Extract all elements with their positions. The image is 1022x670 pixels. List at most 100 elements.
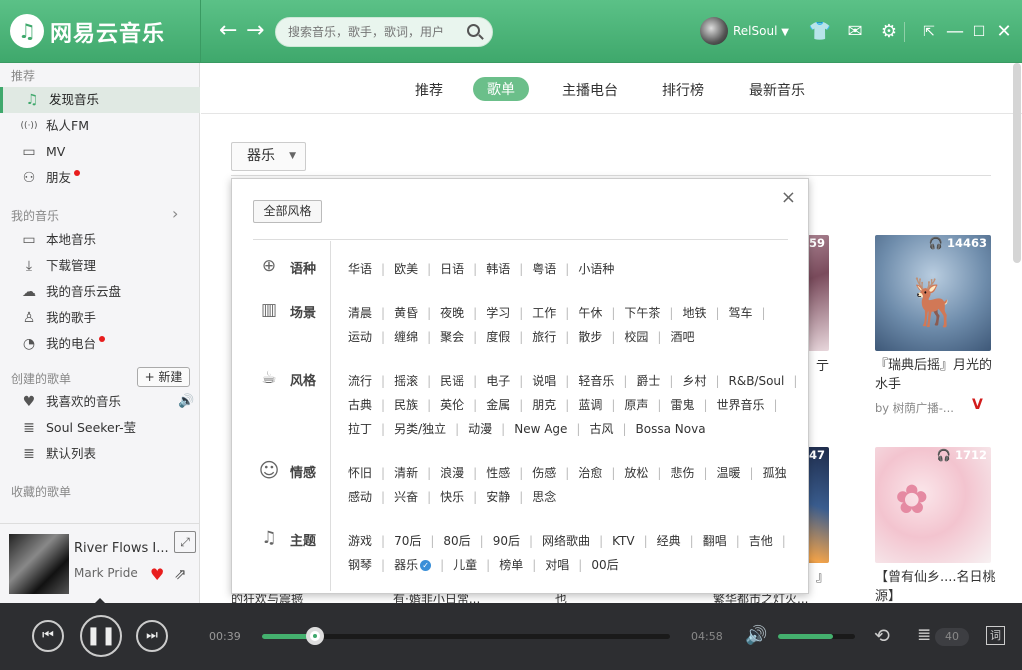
tag[interactable]: 孤独 xyxy=(763,466,787,480)
tag[interactable]: 悲伤 xyxy=(670,466,694,480)
tag[interactable]: 感动 xyxy=(348,490,372,504)
playlist-cover[interactable]: 🎧 14463 🦌 xyxy=(875,235,991,351)
tag[interactable]: 旅行 xyxy=(532,330,556,344)
sidebar-item-liked[interactable]: ♥ 我喜欢的音乐 🔊 xyxy=(0,389,200,415)
sidebar-item-fm[interactable]: ((·)) 私人FM xyxy=(0,113,200,139)
tag[interactable]: Bossa Nova xyxy=(636,422,706,436)
tag[interactable]: 黄昏 xyxy=(394,306,418,320)
tag[interactable]: 80后 xyxy=(443,534,470,548)
tab-radio[interactable]: 主播电台 xyxy=(562,80,618,100)
tag[interactable]: 度假 xyxy=(486,330,510,344)
new-playlist-button[interactable]: + 新建 xyxy=(137,367,190,387)
tag[interactable]: 散步 xyxy=(578,330,602,344)
avatar[interactable] xyxy=(700,17,728,45)
sidebar-item-playlist-default[interactable]: ≣ 默认列表 xyxy=(0,441,200,467)
sidebar-item-playlist-soulseeker[interactable]: ≣ Soul Seeker-莹 xyxy=(0,415,200,441)
maximize-icon[interactable]: ☐ xyxy=(967,20,991,44)
tag[interactable]: KTV xyxy=(612,534,634,548)
tag[interactable]: 伤感 xyxy=(532,466,556,480)
tag[interactable]: 蓝调 xyxy=(578,398,602,412)
progress-knob[interactable] xyxy=(306,627,324,645)
tag[interactable]: 世界音乐 xyxy=(717,398,765,412)
tag[interactable]: 学习 xyxy=(486,306,510,320)
sidebar-item-mv[interactable]: ▭ MV xyxy=(0,139,200,165)
tag[interactable]: 安静 xyxy=(486,490,510,504)
playlist-byline[interactable]: by 树荫广播-... xyxy=(875,400,954,416)
tag[interactable]: 地铁 xyxy=(682,306,706,320)
search-box[interactable] xyxy=(275,17,493,47)
tag[interactable]: 民谣 xyxy=(440,374,464,388)
tag[interactable]: 榜单 xyxy=(499,558,523,572)
tag[interactable]: 韩语 xyxy=(486,262,510,276)
sidebar-item-artists[interactable]: ♙ 我的歌手 xyxy=(0,305,200,331)
tag[interactable]: 英伦 xyxy=(440,398,464,412)
tag[interactable]: 经典 xyxy=(657,534,681,548)
close-icon[interactable]: × xyxy=(781,187,796,208)
tag[interactable]: 动漫 xyxy=(468,422,492,436)
sidebar-item-discover[interactable]: ♫ 发现音乐 xyxy=(0,87,200,113)
next-track-icon[interactable]: ⏭ xyxy=(136,620,168,652)
tag[interactable]: 爵士 xyxy=(636,374,660,388)
loop-mode-icon[interactable]: ⟲ xyxy=(874,625,890,647)
chevron-down-icon[interactable]: ▼ xyxy=(781,27,789,38)
lyrics-button[interactable]: 词 xyxy=(986,626,1005,645)
close-icon[interactable]: ✕ xyxy=(992,20,1016,44)
tab-new-music[interactable]: 最新音乐 xyxy=(749,80,805,100)
tag[interactable]: 00后 xyxy=(591,558,618,572)
expand-icon[interactable]: ⤢ xyxy=(174,531,196,553)
tag[interactable]: 下午茶 xyxy=(624,306,660,320)
tag[interactable]: 原声 xyxy=(624,398,648,412)
minimize-icon[interactable]: — xyxy=(943,20,967,44)
tag[interactable]: 校园 xyxy=(624,330,648,344)
sidebar-item-radio[interactable]: ◔ 我的电台 xyxy=(0,331,200,357)
tag[interactable]: 温暖 xyxy=(717,466,741,480)
tag[interactable]: 电子 xyxy=(486,374,510,388)
tag[interactable]: 夜晚 xyxy=(440,306,464,320)
tag[interactable]: 轻音乐 xyxy=(578,374,614,388)
back-arrow-icon[interactable]: ← xyxy=(219,18,237,44)
tag[interactable]: 拉丁 xyxy=(348,422,372,436)
tag[interactable]: 说唱 xyxy=(532,374,556,388)
volume-icon[interactable]: 🔊 xyxy=(745,625,767,646)
tag[interactable]: 快乐 xyxy=(440,490,464,504)
now-playing-artist[interactable]: Mark Pride xyxy=(74,566,138,580)
tag[interactable]: 治愈 xyxy=(578,466,602,480)
playlist-cover[interactable]: 🎧 1712 ✿ xyxy=(875,447,991,563)
album-cover[interactable] xyxy=(9,534,69,594)
tag[interactable]: 朋克 xyxy=(532,398,556,412)
tag[interactable]: 雷鬼 xyxy=(670,398,694,412)
tag[interactable]: 儿童 xyxy=(453,558,477,572)
tag[interactable]: 怀旧 xyxy=(348,466,372,480)
playlist-count[interactable]: 40 xyxy=(935,628,969,646)
tag[interactable]: 古风 xyxy=(589,422,613,436)
tag[interactable]: 思念 xyxy=(532,490,556,504)
tag[interactable]: 金属 xyxy=(486,398,510,412)
tag[interactable]: 兴奋 xyxy=(394,490,418,504)
tshirt-icon[interactable]: 👕 xyxy=(808,20,832,44)
tag[interactable]: 清新 xyxy=(394,466,418,480)
scrollbar[interactable] xyxy=(1013,63,1021,263)
tag[interactable]: 流行 xyxy=(348,374,372,388)
tag[interactable]: 工作 xyxy=(532,306,556,320)
tag[interactable]: 90后 xyxy=(493,534,520,548)
category-dropdown[interactable]: 器乐 ▼ xyxy=(231,142,306,171)
tag[interactable]: 民族 xyxy=(394,398,418,412)
tag[interactable]: 翻唱 xyxy=(703,534,727,548)
tag[interactable]: 性感 xyxy=(486,466,510,480)
tag[interactable]: 放松 xyxy=(624,466,648,480)
tag[interactable]: 对唱 xyxy=(545,558,569,572)
sidebar-item-cloud[interactable]: ☁ 我的音乐云盘 xyxy=(0,279,200,305)
search-input[interactable] xyxy=(288,23,458,41)
tag[interactable]: 酒吧 xyxy=(670,330,694,344)
tag[interactable]: 聚会 xyxy=(440,330,464,344)
playlist-icon[interactable]: ≣ xyxy=(917,625,931,645)
tag[interactable]: 70后 xyxy=(394,534,421,548)
tag[interactable]: 欧美 xyxy=(394,262,418,276)
heart-icon[interactable]: ♥ xyxy=(150,565,164,584)
chevron-right-icon[interactable]: › xyxy=(172,204,178,223)
sidebar-item-downloads[interactable]: ⤓ 下载管理 xyxy=(0,253,200,279)
tag[interactable]: 清晨 xyxy=(348,306,372,320)
tag[interactable]: 吉他 xyxy=(749,534,773,548)
share-icon[interactable]: ⇗ xyxy=(174,565,187,583)
search-icon[interactable] xyxy=(467,24,480,37)
